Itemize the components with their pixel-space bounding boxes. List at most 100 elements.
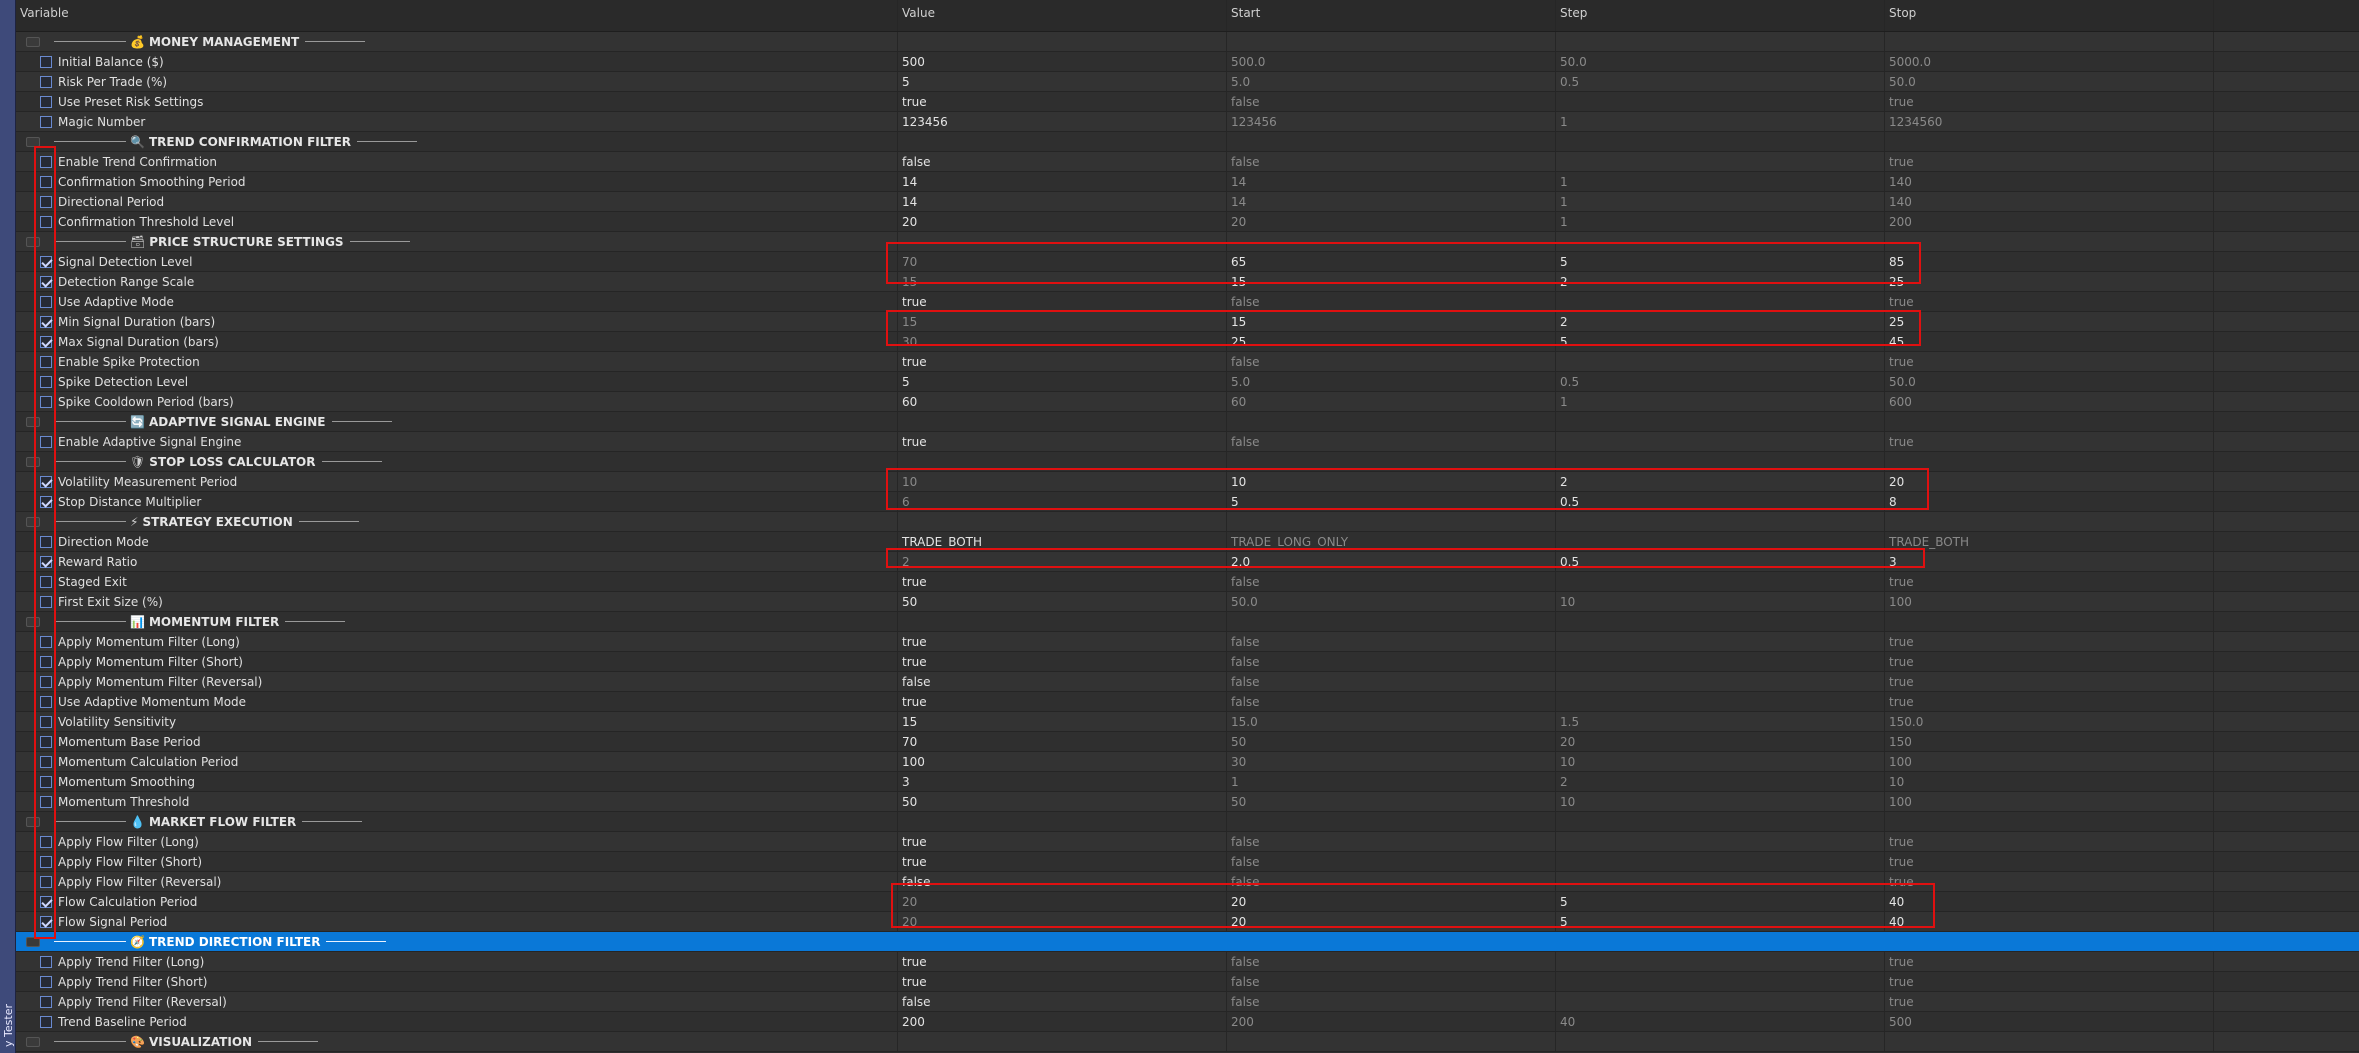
optimize-checkbox[interactable] <box>40 955 52 968</box>
value-cell[interactable]: true <box>898 432 1227 451</box>
start-cell[interactable]: 20 <box>1227 892 1556 911</box>
start-cell[interactable]: 65 <box>1227 252 1556 271</box>
parameter-row[interactable]: Use Adaptive Mode true false true <box>16 292 2359 312</box>
stop-cell[interactable]: 100 <box>1885 752 2214 771</box>
step-cell[interactable]: 5 <box>1556 912 1885 931</box>
start-cell[interactable]: false <box>1227 572 1556 591</box>
step-cell[interactable] <box>1556 832 1885 851</box>
stop-cell[interactable]: true <box>1885 852 2214 871</box>
value-cell[interactable]: 3 <box>898 772 1227 791</box>
step-cell[interactable]: 5 <box>1556 252 1885 271</box>
group-row[interactable]: 💧 MARKET FLOW FILTER <box>16 812 2359 832</box>
step-cell[interactable] <box>1556 692 1885 711</box>
parameter-row[interactable]: Direction Mode TRADE_BOTH TRADE_LONG_ONLY T… <box>16 532 2359 552</box>
start-cell[interactable]: false <box>1227 692 1556 711</box>
step-cell[interactable]: 10 <box>1556 752 1885 771</box>
step-cell[interactable]: 2 <box>1556 312 1885 331</box>
group-row[interactable]: 🎨 VISUALIZATION <box>16 1032 2359 1052</box>
stop-cell[interactable]: true <box>1885 952 2214 971</box>
step-cell[interactable]: 1 <box>1556 392 1885 411</box>
optimize-checkbox[interactable] <box>40 1015 52 1028</box>
parameter-row[interactable]: Apply Trend Filter (Reversal) false false t… <box>16 992 2359 1012</box>
variable-cell[interactable]: Detection Range Scale <box>16 272 898 291</box>
variable-cell[interactable]: Reward Ratio <box>16 552 898 571</box>
step-cell[interactable] <box>1556 432 1885 451</box>
stop-cell[interactable]: TRADE_BOTH <box>1885 532 2214 551</box>
step-cell[interactable]: 0.5 <box>1556 72 1885 91</box>
stop-cell[interactable]: true <box>1885 692 2214 711</box>
parameter-row[interactable]: Apply Flow Filter (Long) true false true <box>16 832 2359 852</box>
step-cell[interactable]: 2 <box>1556 472 1885 491</box>
group-cell[interactable]: 🔍 TREND CONFIRMATION FILTER <box>16 132 898 151</box>
step-cell[interactable]: 50.0 <box>1556 52 1885 71</box>
value-cell[interactable]: 5 <box>898 72 1227 91</box>
value-cell[interactable]: 70 <box>898 732 1227 751</box>
start-cell[interactable]: 5.0 <box>1227 372 1556 391</box>
parameter-row[interactable]: Confirmation Smoothing Period 14 14 1 140 <box>16 172 2359 192</box>
variable-cell[interactable]: Directional Period <box>16 192 898 211</box>
start-cell[interactable]: 25 <box>1227 332 1556 351</box>
stop-cell[interactable]: 40 <box>1885 892 2214 911</box>
variable-cell[interactable]: Signal Detection Level <box>16 252 898 271</box>
parameter-row[interactable]: Enable Spike Protection true false true <box>16 352 2359 372</box>
parameter-row[interactable]: Momentum Base Period 70 50 20 150 <box>16 732 2359 752</box>
stop-cell[interactable]: 50.0 <box>1885 372 2214 391</box>
stop-cell[interactable]: true <box>1885 992 2214 1011</box>
step-cell[interactable] <box>1556 672 1885 691</box>
stop-cell[interactable]: true <box>1885 872 2214 891</box>
variable-cell[interactable]: Apply Flow Filter (Short) <box>16 852 898 871</box>
variable-cell[interactable]: Magic Number <box>16 112 898 131</box>
group-cell[interactable]: 🗃 PRICE STRUCTURE SETTINGS <box>16 232 898 251</box>
folder-icon[interactable] <box>26 1036 40 1047</box>
stop-cell[interactable]: 25 <box>1885 272 2214 291</box>
folder-icon[interactable] <box>26 816 40 827</box>
group-row[interactable]: ⚡ STRATEGY EXECUTION <box>16 512 2359 532</box>
step-cell[interactable]: 10 <box>1556 592 1885 611</box>
stop-cell[interactable]: true <box>1885 672 2214 691</box>
step-cell[interactable]: 1 <box>1556 172 1885 191</box>
folder-icon[interactable] <box>26 136 40 147</box>
step-cell[interactable]: 5 <box>1556 332 1885 351</box>
optimize-checkbox[interactable] <box>40 735 52 748</box>
step-cell[interactable]: 2 <box>1556 272 1885 291</box>
optimize-checkbox[interactable] <box>40 295 52 308</box>
parameter-row[interactable]: Signal Detection Level 70 65 5 85 <box>16 252 2359 272</box>
group-row[interactable]: 🔍 TREND CONFIRMATION FILTER <box>16 132 2359 152</box>
variable-cell[interactable]: Stop Distance Multiplier <box>16 492 898 511</box>
parameter-row[interactable]: Apply Momentum Filter (Short) true false tr… <box>16 652 2359 672</box>
start-cell[interactable]: 1 <box>1227 772 1556 791</box>
group-row[interactable]: 💰 MONEY MANAGEMENT <box>16 32 2359 52</box>
stop-cell[interactable]: 8 <box>1885 492 2214 511</box>
parameter-row[interactable]: Initial Balance ($) 500 500.0 50.0 5000.0 <box>16 52 2359 72</box>
value-cell[interactable]: 2 <box>898 552 1227 571</box>
step-cell[interactable] <box>1556 632 1885 651</box>
parameter-row[interactable]: Stop Distance Multiplier 6 5 0.5 8 <box>16 492 2359 512</box>
optimize-checkbox[interactable] <box>40 855 52 868</box>
group-row[interactable]: 📊 MOMENTUM FILTER <box>16 612 2359 632</box>
value-cell[interactable]: 10 <box>898 472 1227 491</box>
optimize-checkbox[interactable] <box>40 95 52 108</box>
start-cell[interactable]: 15 <box>1227 272 1556 291</box>
step-cell[interactable] <box>1556 572 1885 591</box>
variable-cell[interactable]: Max Signal Duration (bars) <box>16 332 898 351</box>
group-row[interactable]: 🛡 STOP LOSS CALCULATOR <box>16 452 2359 472</box>
optimize-checkbox[interactable] <box>40 835 52 848</box>
stop-cell[interactable]: 140 <box>1885 192 2214 211</box>
optimize-checkbox[interactable] <box>40 555 52 568</box>
stop-cell[interactable]: 3 <box>1885 552 2214 571</box>
step-cell[interactable]: 1 <box>1556 212 1885 231</box>
optimize-checkbox[interactable] <box>40 995 52 1008</box>
step-cell[interactable]: 0.5 <box>1556 492 1885 511</box>
variable-cell[interactable]: Apply Flow Filter (Reversal) <box>16 872 898 891</box>
variable-cell[interactable]: First Exit Size (%) <box>16 592 898 611</box>
column-header-step[interactable]: Step <box>1556 0 1885 31</box>
stop-cell[interactable]: 200 <box>1885 212 2214 231</box>
optimize-checkbox[interactable] <box>40 915 52 928</box>
stop-cell[interactable]: 600 <box>1885 392 2214 411</box>
variable-cell[interactable]: Apply Momentum Filter (Long) <box>16 632 898 651</box>
parameter-row[interactable]: Use Adaptive Momentum Mode true false true <box>16 692 2359 712</box>
stop-cell[interactable]: true <box>1885 432 2214 451</box>
step-cell[interactable] <box>1556 652 1885 671</box>
optimize-checkbox[interactable] <box>40 375 52 388</box>
optimize-checkbox[interactable] <box>40 195 52 208</box>
